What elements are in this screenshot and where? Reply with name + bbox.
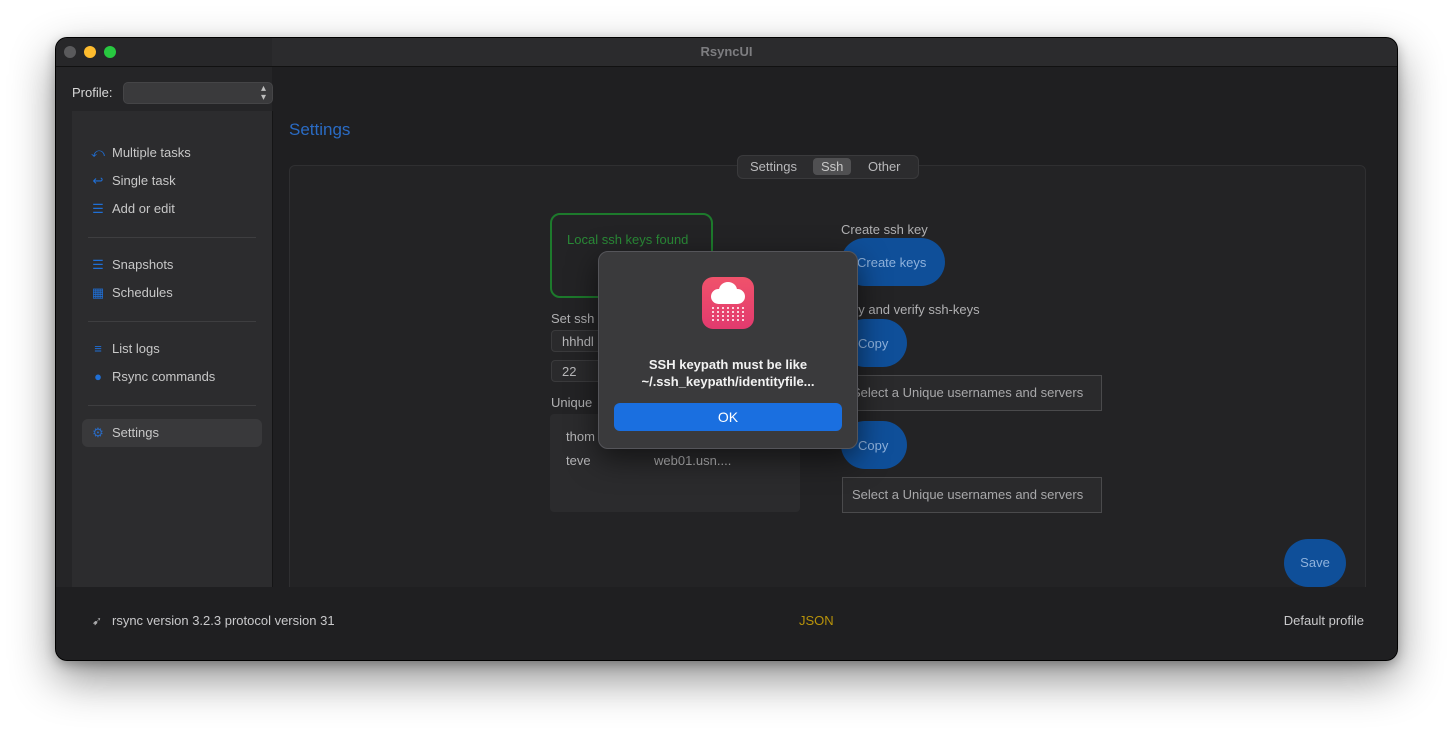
sidebar-divider bbox=[88, 237, 256, 238]
alert-message-line-1: SSH keypath must be like bbox=[648, 357, 808, 372]
sidebar-item-list-logs[interactable]: ≡ List logs bbox=[82, 335, 262, 363]
swift-icon: ➹ bbox=[92, 614, 103, 628]
rsync-version-text: rsync version 3.2.3 protocol version 31 bbox=[112, 613, 335, 628]
calendar-icon: ▦ bbox=[91, 285, 105, 300]
sidebar-item-label: List logs bbox=[112, 341, 160, 356]
list-icon: ☰ bbox=[92, 201, 104, 216]
ssh-port-value: 22 bbox=[562, 364, 577, 379]
settings-tab-control: Settings Ssh Other bbox=[737, 155, 919, 179]
status-bar: ➹ rsync version 3.2.3 protocol version 3… bbox=[56, 587, 1397, 660]
sidebar-divider bbox=[88, 405, 256, 406]
select-unique-button-2[interactable]: Select a Unique usernames and servers bbox=[842, 477, 1102, 513]
sidebar-item-settings[interactable]: ⚙ Settings bbox=[82, 419, 262, 447]
sidebar-item-multiple-tasks[interactable]: ⤺ Multiple tasks bbox=[82, 139, 262, 167]
sidebar-item-label: Settings bbox=[112, 425, 159, 440]
sidebar-item-label: Multiple tasks bbox=[112, 145, 191, 160]
sidebar-item-snapshots[interactable]: ☰ Snapshots bbox=[82, 251, 262, 279]
tab-ssh[interactable]: Ssh bbox=[813, 158, 852, 175]
list-item[interactable]: teve bbox=[566, 453, 591, 468]
select-unique-button-1[interactable]: Select a Unique usernames and servers bbox=[842, 375, 1102, 411]
page-title: Settings bbox=[289, 120, 351, 139]
sidebar-item-label: Schedules bbox=[112, 285, 173, 300]
copy-button-label: Copy bbox=[858, 336, 889, 351]
arrowshape-turn-up-left-icon: ↩ bbox=[92, 173, 104, 188]
unique-users-label: Unique bbox=[551, 395, 593, 410]
create-keys-button-label: Create keys bbox=[857, 255, 927, 270]
profile-label: Profile: bbox=[72, 85, 113, 100]
profile-status: Default profile bbox=[1283, 613, 1364, 628]
sidebar-item-label: Add or edit bbox=[112, 201, 175, 216]
sidebar: ⤺ Multiple tasks ↩ Single task ☰ Add or … bbox=[72, 111, 273, 588]
rsyncui-app-icon bbox=[702, 277, 754, 329]
ssh-keypath-value: hhhdl bbox=[562, 334, 594, 349]
select-unique-label: Select a Unique usernames and servers bbox=[852, 385, 1084, 400]
sidebar-item-label: Rsync commands bbox=[112, 369, 216, 384]
select-unique-label: Select a Unique usernames and servers bbox=[852, 487, 1084, 502]
alert-dialog: SSH keypath must be like ~/.ssh_keypath/… bbox=[598, 251, 858, 449]
list-item-server: web01.usn.... bbox=[654, 453, 732, 468]
circle-icon: ● bbox=[94, 369, 102, 384]
cloud-shape bbox=[711, 289, 745, 304]
sidebar-item-add-or-edit[interactable]: ☰ Add or edit bbox=[82, 195, 262, 223]
sidebar-item-rsync-commands[interactable]: ● Rsync commands bbox=[82, 363, 262, 391]
profile-select[interactable]: ▴ ▾ bbox=[123, 82, 273, 104]
tab-settings[interactable]: Settings bbox=[750, 159, 797, 174]
sidebar-item-label: Snapshots bbox=[112, 257, 174, 272]
sidebar-item-schedules[interactable]: ▦ Schedules bbox=[82, 279, 262, 307]
format-label: JSON bbox=[799, 613, 834, 628]
tab-other[interactable]: Other bbox=[868, 159, 901, 174]
save-button[interactable]: Save bbox=[1284, 539, 1346, 587]
list-icon: ☰ bbox=[92, 257, 104, 272]
window-title: RsyncUI bbox=[700, 44, 753, 59]
alert-message-line-2: ~/.ssh_keypath/identityfile... bbox=[641, 374, 815, 389]
text-lines-icon: ≡ bbox=[94, 341, 102, 356]
copy-button-label: Copy bbox=[858, 438, 889, 453]
ok-button[interactable]: OK bbox=[614, 403, 842, 431]
gear-icon: ⚙ bbox=[92, 425, 104, 440]
alert-message: SSH keypath must be like ~/.ssh_keypath/… bbox=[613, 356, 843, 390]
sidebar-divider bbox=[88, 321, 256, 322]
binary-rain-shape bbox=[712, 307, 744, 323]
arrowshape-turn-up-left-2-icon: ⤺ bbox=[91, 145, 105, 160]
copy-verify-label: py and verify ssh-keys bbox=[851, 302, 980, 317]
ssh-keys-status-text: Local ssh keys found bbox=[567, 232, 689, 247]
chevron-up-down-icon: ▴ ▾ bbox=[260, 83, 266, 103]
list-item[interactable]: thom bbox=[566, 429, 595, 444]
create-ssh-key-label: Create ssh key bbox=[841, 222, 928, 237]
sidebar-item-single-task[interactable]: ↩ Single task bbox=[82, 167, 262, 195]
sidebar-item-label: Single task bbox=[112, 173, 176, 188]
set-ssh-label: Set ssh bbox=[551, 311, 595, 326]
titlebar: RsyncUI bbox=[56, 38, 1397, 67]
